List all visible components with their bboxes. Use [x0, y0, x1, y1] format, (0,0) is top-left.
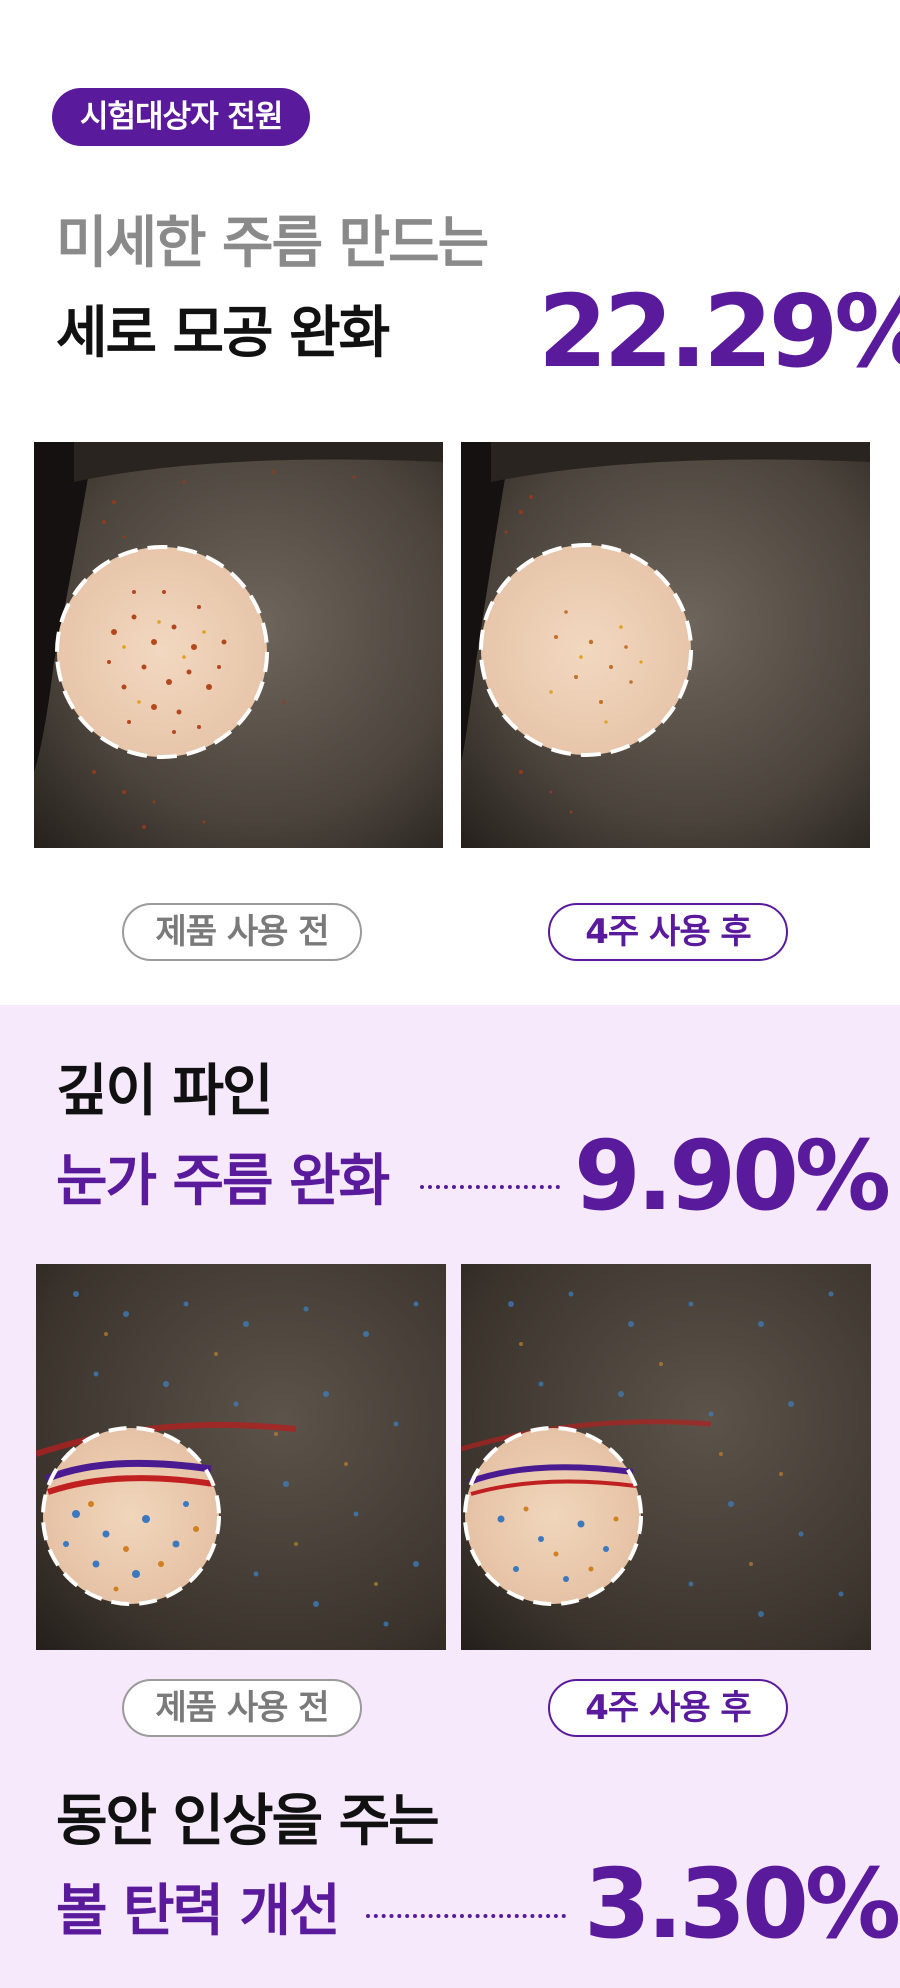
pore-after-caption: 4주 사용 후 — [548, 903, 788, 961]
cheek-dotted-leader — [366, 1914, 566, 1918]
eye-heading-line2: 눈가 주름 완화 — [56, 1149, 390, 1214]
eye-after-image — [461, 1264, 871, 1650]
cheek-improvement-value: 3.30% — [584, 1848, 900, 1960]
pore-improvement-value: 22.29% — [538, 273, 900, 390]
eye-heading-line1: 깊이 파인 — [56, 1059, 274, 1124]
pore-after-image — [461, 442, 870, 848]
eye-dotted-leader — [420, 1185, 560, 1189]
pore-before-caption: 제품 사용 전 — [122, 903, 362, 961]
eye-after-caption: 4주 사용 후 — [548, 1679, 788, 1737]
cheek-heading-line2: 볼 탄력 개선 — [56, 1879, 341, 1944]
cheek-heading-line1: 동안 인상을 주는 — [56, 1789, 440, 1854]
pore-heading-line2: 세로 모공 완화 — [56, 301, 390, 366]
subject-badge: 시험대상자 전원 — [52, 88, 311, 146]
eye-before-image — [36, 1264, 446, 1650]
pore-before-image — [34, 442, 443, 848]
eye-improvement-value: 9.90% — [574, 1120, 891, 1232]
eye-before-caption: 제품 사용 전 — [122, 1679, 362, 1737]
pore-heading-line1: 미세한 주름 만드는 — [56, 211, 489, 276]
